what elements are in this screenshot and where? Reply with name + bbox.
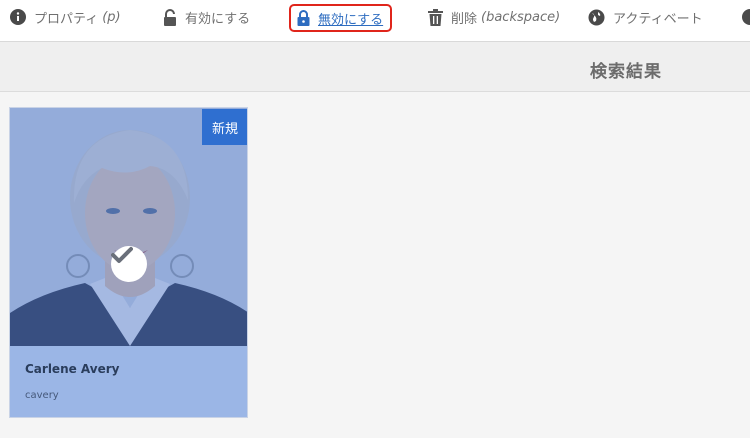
disable-label: 無効にする	[318, 12, 384, 28]
lock-icon	[297, 10, 310, 26]
user-card[interactable]: 新規 Carlene Avery cavery	[9, 107, 248, 418]
properties-shortcut: (p)	[102, 9, 121, 25]
user-id: cavery	[25, 390, 59, 401]
enable-label: 有効にする	[185, 11, 251, 27]
disable-button[interactable]: 無効にする	[289, 4, 393, 32]
info-icon	[10, 9, 26, 25]
properties-button[interactable]: プロパティ (p)	[10, 0, 121, 34]
checkmark-icon[interactable]	[111, 246, 147, 282]
user-name: Carlene Avery	[25, 362, 120, 376]
delete-shortcut: (backspace)	[481, 9, 561, 25]
trash-icon	[428, 8, 443, 26]
action-toolbar: プロパティ (p) 有効にする 無効にする 削除 (backspace) アクテ…	[0, 0, 750, 42]
card-info: Carlene Avery cavery	[10, 346, 247, 417]
delete-label: 削除	[451, 11, 478, 27]
page-title: 検索結果	[590, 62, 662, 82]
new-badge: 新規	[202, 109, 247, 145]
more-actions-icon[interactable]	[742, 9, 750, 25]
delete-button[interactable]: 削除 (backspace)	[428, 0, 560, 34]
results-header: 検索結果	[0, 42, 750, 92]
user-photo: 新規	[10, 108, 247, 346]
activate-label: アクティベート	[613, 11, 703, 27]
properties-label: プロパティ	[34, 11, 99, 27]
unlock-icon	[163, 8, 177, 26]
globe-icon	[588, 9, 605, 26]
activate-button[interactable]: アクティベート	[588, 0, 703, 34]
enable-button[interactable]: 有効にする	[163, 0, 250, 34]
